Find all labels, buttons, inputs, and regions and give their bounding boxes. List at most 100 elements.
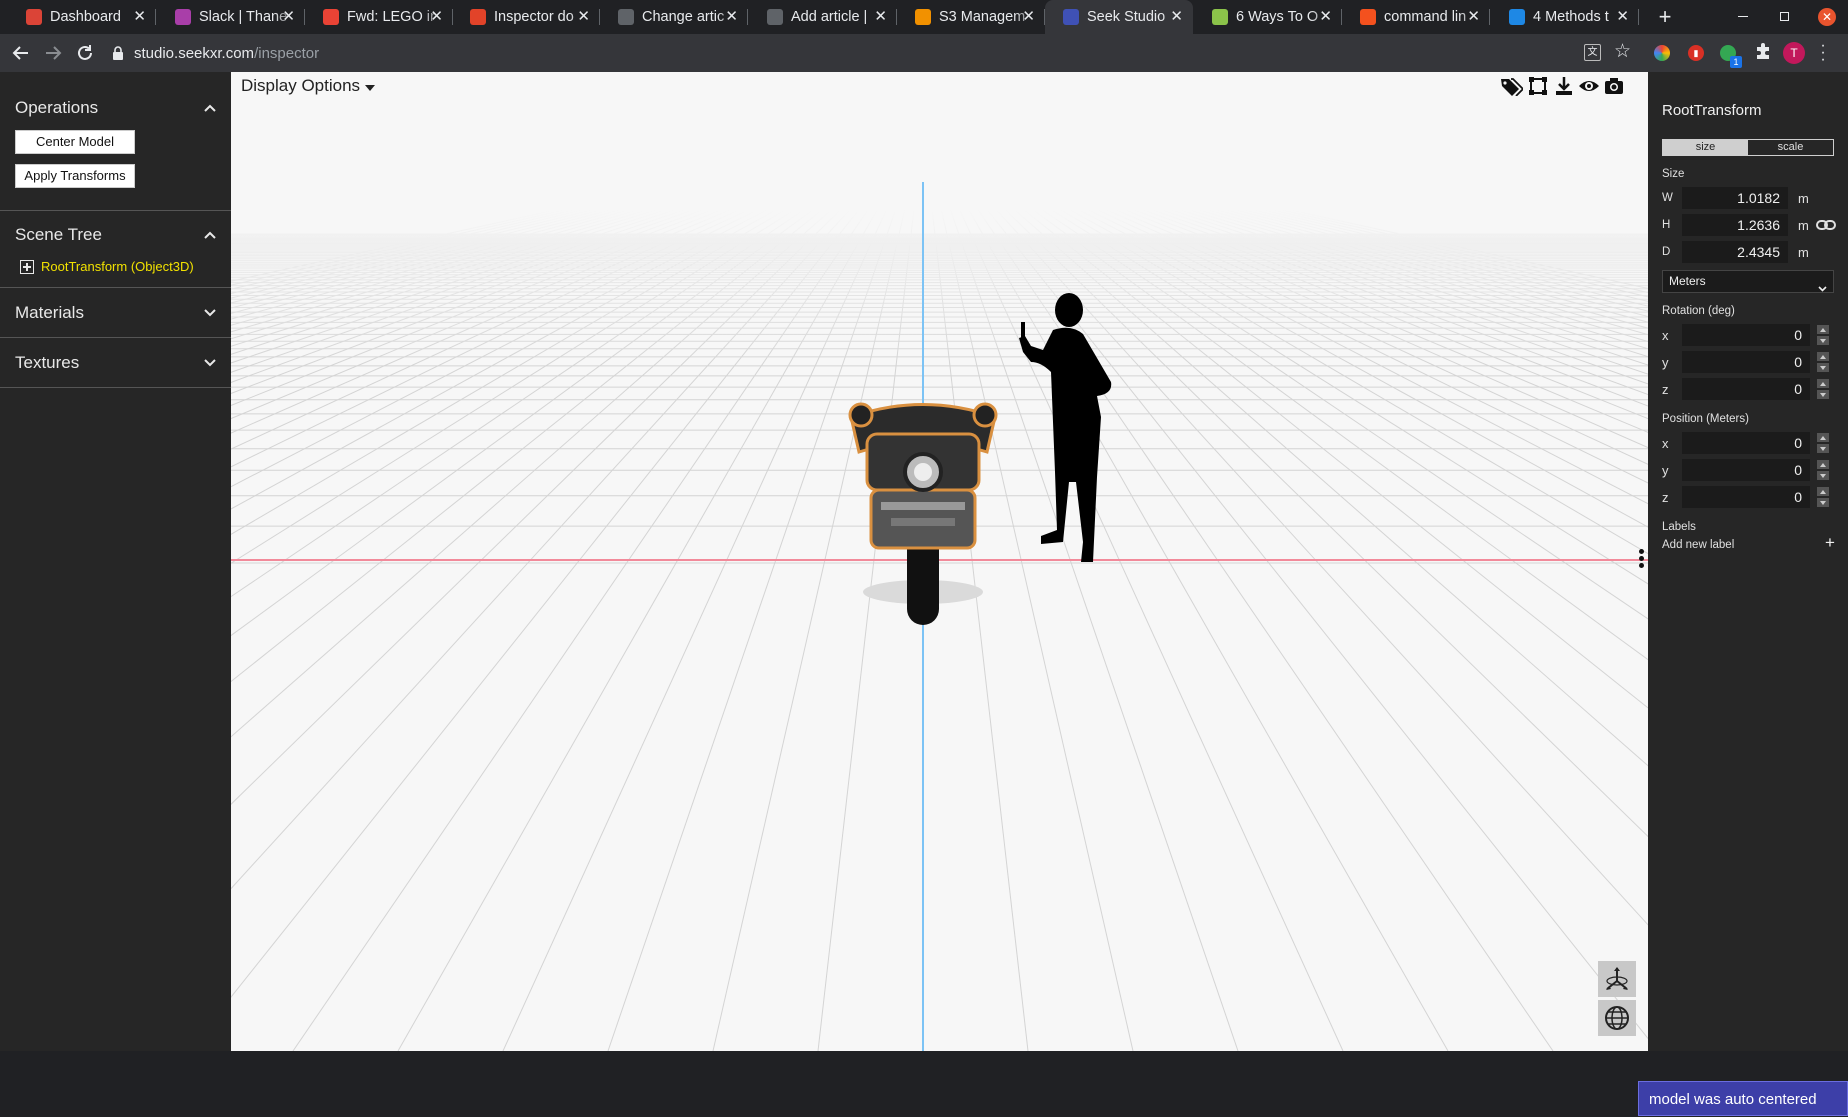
- browser-tab[interactable]: Add article | ✕: [749, 0, 897, 34]
- center-model-button[interactable]: Center Model: [15, 130, 135, 154]
- scene-tree-header[interactable]: Scene Tree: [0, 211, 231, 259]
- tab-favicon-icon: [1509, 9, 1525, 25]
- 3d-viewport[interactable]: Display Options: [231, 72, 1648, 1051]
- minimize-button[interactable]: [1738, 16, 1748, 17]
- position-x-stepper[interactable]: [1817, 433, 1829, 453]
- forward-arrow-icon: [46, 46, 62, 60]
- apply-transforms-button[interactable]: Apply Transforms: [15, 164, 135, 188]
- orbit-gizmo-button[interactable]: [1598, 961, 1636, 997]
- link-proportions-icon[interactable]: [1816, 218, 1836, 236]
- tab-close-icon[interactable]: ✕: [1170, 9, 1183, 25]
- scene-tree-node[interactable]: RootTransform (Object3D): [0, 259, 231, 274]
- operations-section: Operations Center Model Apply Transforms: [0, 88, 231, 211]
- browser-tab[interactable]: 4 Methods t ✕: [1491, 0, 1639, 34]
- tab-favicon-icon: [767, 9, 783, 25]
- browser-tab[interactable]: Seek Studio ✕: [1045, 0, 1193, 34]
- browser-tab[interactable]: Slack | Thane ✕: [157, 0, 305, 34]
- tab-close-icon[interactable]: ✕: [577, 9, 590, 25]
- tags-icon[interactable]: [1499, 76, 1525, 97]
- depth-input[interactable]: 2.4345: [1682, 241, 1788, 263]
- materials-header[interactable]: Materials: [0, 288, 231, 337]
- inspector-panel: RootTransform size scale Size W 1.0182 m…: [1648, 72, 1848, 1051]
- add-label-plus-icon[interactable]: +: [1825, 533, 1835, 553]
- tab-close-icon[interactable]: ✕: [430, 9, 443, 25]
- browser-tab[interactable]: Dashboard ✕: [8, 0, 156, 34]
- operations-title: Operations: [15, 98, 99, 117]
- tab-favicon-icon: [26, 9, 42, 25]
- expand-plus-icon[interactable]: [20, 259, 34, 274]
- browser-tab[interactable]: S3 Managem ✕: [897, 0, 1045, 34]
- position-z-input[interactable]: 0: [1682, 486, 1810, 508]
- motorcycle-model[interactable]: [848, 402, 998, 625]
- add-new-label-link[interactable]: Add new label: [1662, 539, 1734, 551]
- translate-icon[interactable]: 文: [1584, 44, 1601, 61]
- extensions-puzzle-icon[interactable]: [1754, 42, 1772, 65]
- tab-favicon-icon: [618, 9, 634, 25]
- reload-icon: [78, 45, 92, 60]
- tab-favicon-icon: [175, 9, 191, 25]
- lock-icon: [113, 46, 123, 60]
- materials-title: Materials: [15, 302, 84, 322]
- position-z-label: z: [1662, 490, 1669, 505]
- camera-icon[interactable]: [1604, 76, 1628, 96]
- browser-tab[interactable]: Fwd: LEGO ir ✕: [305, 0, 453, 34]
- rotation-x-stepper[interactable]: [1817, 325, 1829, 345]
- reload-button[interactable]: [74, 42, 96, 64]
- new-tab-button[interactable]: +: [1652, 4, 1678, 30]
- globe-icon: [1605, 1006, 1629, 1030]
- environment-globe-button[interactable]: [1598, 1000, 1636, 1036]
- height-input[interactable]: 1.2636: [1682, 214, 1788, 236]
- scale-toggle-button[interactable]: scale: [1748, 140, 1833, 155]
- rotation-x-input[interactable]: 0: [1682, 324, 1810, 346]
- back-button[interactable]: [10, 42, 32, 64]
- position-x-label: x: [1662, 436, 1669, 451]
- browser-tab[interactable]: Inspector do ✕: [452, 0, 600, 34]
- tab-favicon-icon: [915, 9, 931, 25]
- tab-close-icon[interactable]: ✕: [1467, 9, 1480, 25]
- browser-menu-icon[interactable]: · · ·: [1820, 38, 1826, 68]
- rotation-y-stepper[interactable]: [1817, 352, 1829, 372]
- download-icon[interactable]: [1554, 76, 1578, 96]
- browser-tab[interactable]: Change artic ✕: [600, 0, 748, 34]
- restore-button[interactable]: [1780, 12, 1789, 21]
- close-window-button[interactable]: ✕: [1818, 8, 1836, 26]
- tab-favicon-icon: [1360, 9, 1376, 25]
- color-extension-icon[interactable]: [1654, 45, 1670, 61]
- depth-label: D: [1662, 246, 1671, 258]
- rotation-y-input[interactable]: 0: [1682, 351, 1810, 373]
- tab-favicon-icon: [1063, 9, 1079, 25]
- tab-close-icon[interactable]: ✕: [874, 9, 887, 25]
- eye-icon[interactable]: [1578, 76, 1602, 96]
- forward-button[interactable]: [42, 42, 64, 64]
- position-x-input[interactable]: 0: [1682, 432, 1810, 454]
- size-toggle-button[interactable]: size: [1663, 140, 1748, 155]
- tab-close-icon[interactable]: ✕: [1319, 9, 1332, 25]
- textures-header[interactable]: Textures: [0, 338, 231, 387]
- address-bar[interactable]: studio.seekxr.com/inspector: [112, 37, 1592, 69]
- position-y-stepper[interactable]: [1817, 460, 1829, 480]
- tab-close-icon[interactable]: ✕: [1616, 9, 1629, 25]
- units-select[interactable]: Meters: [1662, 270, 1834, 293]
- browser-tab[interactable]: 6 Ways To O ✕: [1194, 0, 1342, 34]
- tab-close-icon[interactable]: ✕: [725, 9, 738, 25]
- rotation-z-stepper[interactable]: [1817, 379, 1829, 399]
- position-y-input[interactable]: 0: [1682, 459, 1810, 481]
- panel-resize-handle[interactable]: [1639, 549, 1645, 569]
- bounding-box-icon[interactable]: [1528, 76, 1552, 96]
- display-options-dropdown[interactable]: Display Options: [241, 76, 376, 96]
- width-input[interactable]: 1.0182: [1682, 187, 1788, 209]
- chevron-down-icon: [203, 306, 217, 320]
- depth-unit: m: [1798, 245, 1809, 260]
- tab-close-icon[interactable]: ✕: [1022, 9, 1035, 25]
- tab-close-icon[interactable]: ✕: [282, 9, 295, 25]
- tab-close-icon[interactable]: ✕: [133, 9, 146, 25]
- position-z-stepper[interactable]: [1817, 487, 1829, 507]
- bookmark-star-icon[interactable]: ☆: [1614, 40, 1631, 63]
- operations-header[interactable]: Operations: [0, 88, 231, 128]
- profile-avatar[interactable]: T: [1783, 42, 1805, 64]
- adblock-extension-icon[interactable]: ▮: [1688, 45, 1704, 61]
- tab-favicon-icon: [323, 9, 339, 25]
- browser-tab[interactable]: command lin ✕: [1342, 0, 1490, 34]
- rotation-z-input[interactable]: 0: [1682, 378, 1810, 400]
- root-transform-label: RootTransform (Object3D): [41, 259, 194, 274]
